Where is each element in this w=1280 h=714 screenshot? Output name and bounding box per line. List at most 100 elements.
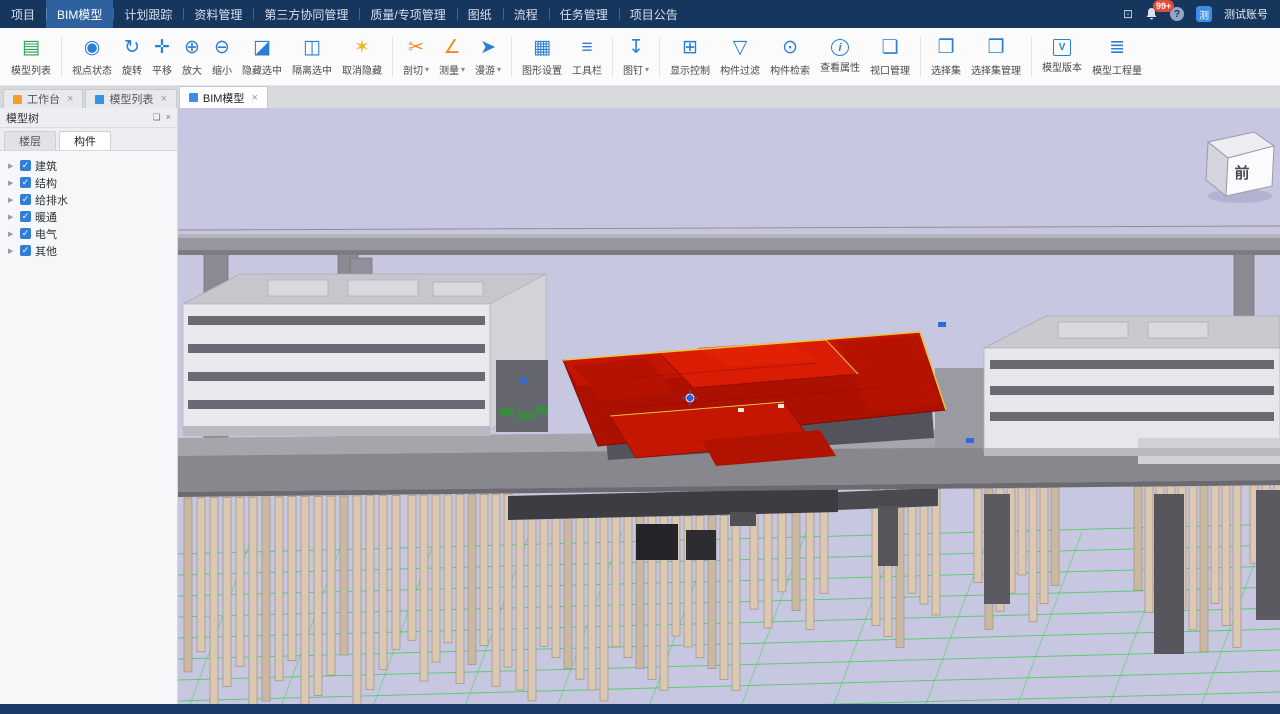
tool-label: 选择集 [931,62,961,77]
tool-pan[interactable]: ✛ 平移 [147,30,177,84]
expand-arrow-icon[interactable]: ▶ [8,213,16,221]
checkbox-checked-icon[interactable]: ✓ [20,245,31,256]
tool-zoom-in[interactable]: ⊕ 放大 [177,30,207,84]
tool-selection-set[interactable]: ❐ 选择集 [926,30,966,84]
tab-label: 模型列表 [109,91,153,107]
tool-component-search[interactable]: ⊙ 构件检索 [765,30,815,84]
tree-item-architecture[interactable]: ▶ ✓ 建筑 [0,157,177,174]
tool-graphics-settings[interactable]: ▦ 图形设置 [517,30,567,84]
tool-label: 取消隐藏 [342,62,382,77]
expand-arrow-icon[interactable]: ▶ [8,196,16,204]
expand-arrow-icon[interactable]: ▶ [8,247,16,255]
tab-floors[interactable]: 楼层 [4,131,56,150]
left-building-cluster[interactable] [183,274,548,436]
tool-label: 显示控制 [670,62,710,77]
menu-item-tasks[interactable]: 任务管理 [549,0,619,28]
tool-hide-selected[interactable]: ◪ 隐藏选中 [237,30,287,84]
tree-item-other[interactable]: ▶ ✓ 其他 [0,242,177,259]
tool-toolbox[interactable]: ≡ 工具栏 [567,30,607,84]
tool-viewport-manage[interactable]: ❏ 视口管理 [865,30,915,84]
measure-icon: ∠ [443,37,461,59]
tab-label: 工作台 [27,91,60,107]
tool-viewpoint-state[interactable]: ◉ 视点状态 [67,30,117,84]
tool-label: 视点状态 [72,62,112,77]
tree-item-structure[interactable]: ▶ ✓ 结构 [0,174,177,191]
model-tree-tabs: 楼层 构件 [0,128,177,151]
tool-zoom-out[interactable]: ⊖ 缩小 [207,30,237,84]
expand-arrow-icon[interactable]: ▶ [8,230,16,238]
tree-item-label: 其他 [35,243,57,259]
tool-section[interactable]: ✂ 剖切▾ [398,30,434,84]
tool-measure[interactable]: ∠ 测量▾ [434,30,470,84]
tool-label: 模型版本 [1042,59,1082,74]
tool-label: 漫游 [475,62,495,77]
nav-cube[interactable]: 前 [1206,132,1274,203]
menu-item-workflow[interactable]: 流程 [503,0,549,28]
tree-item-hvac[interactable]: ▶ ✓ 暖通 [0,208,177,225]
toolbar-divider [61,37,62,77]
expand-arrow-icon[interactable]: ▶ [8,179,16,187]
checkbox-checked-icon[interactable]: ✓ [20,228,31,239]
isolate-selected-icon: ◫ [303,37,321,59]
menu-item-plan-tracking[interactable]: 计划跟踪 [113,0,183,28]
tree-item-plumbing[interactable]: ▶ ✓ 给排水 [0,191,177,208]
tree-item-electrical[interactable]: ▶ ✓ 电气 [0,225,177,242]
menu-item-bim-model[interactable]: BIM模型 [46,0,113,28]
expand-arrow-icon[interactable]: ▶ [8,162,16,170]
tool-display-control[interactable]: ⊞ 显示控制 [665,30,715,84]
3d-scene: 前 [178,108,1280,704]
dropdown-caret-icon: ▾ [497,65,501,74]
menu-item-announcements[interactable]: 项目公告 [619,0,689,28]
menu-item-drawings[interactable]: 图纸 [457,0,503,28]
fullscreen-icon[interactable]: ⊡ [1123,7,1133,21]
close-tab-icon[interactable]: × [160,93,166,105]
tool-isolate-selected[interactable]: ◫ 隔离选中 [287,30,337,84]
document-tabbar: 工作台 × 模型列表 × BIM模型 × [0,86,1280,108]
pin-icon: ↧ [627,37,645,59]
tab-model-list[interactable]: 模型列表 × [85,89,176,108]
notifications-button[interactable]: 99+ [1145,7,1158,21]
close-tab-icon[interactable]: × [67,93,73,105]
toolbar-divider [920,37,921,77]
tool-walkthrough[interactable]: ➤ 漫游▾ [470,30,506,84]
tool-model-list[interactable]: ▤ 模型列表 [6,30,56,84]
tool-unhide[interactable]: ✶ 取消隐藏 [337,30,387,84]
model-list-icon: ▤ [22,37,40,59]
tool-label: 隔离选中 [292,62,332,77]
close-tab-icon[interactable]: × [251,92,257,104]
tool-label: 图形设置 [522,62,562,77]
user-avatar[interactable]: 测 [1196,6,1212,22]
rotate-icon: ↻ [123,37,141,59]
menu-item-documents[interactable]: 资料管理 [183,0,253,28]
checkbox-checked-icon[interactable]: ✓ [20,211,31,222]
checkbox-checked-icon[interactable]: ✓ [20,160,31,171]
menu-item-project[interactable]: 项目 [0,0,46,28]
tab-components[interactable]: 构件 [59,131,111,150]
properties-icon: i [831,39,849,56]
tree-item-label: 结构 [35,175,57,191]
float-panel-icon[interactable]: ❏ [153,112,161,123]
tree-item-label: 给排水 [35,192,68,208]
tool-model-version[interactable]: V 模型版本 [1037,30,1087,84]
unhide-icon: ✶ [353,37,371,59]
menu-item-quality[interactable]: 质量/专项管理 [359,0,456,28]
checkbox-checked-icon[interactable]: ✓ [20,194,31,205]
component-tree: ▶ ✓ 建筑 ▶ ✓ 结构 ▶ ✓ 给排水 ▶ ✓ 暖通 [0,151,177,265]
main-area: 模型树 ❏ × 楼层 构件 ▶ ✓ 建筑 ▶ ✓ 结构 [0,108,1280,704]
tool-model-quantity[interactable]: ≣ 模型工程量 [1087,30,1147,84]
username-label[interactable]: 测试账号 [1224,6,1268,22]
tool-component-filter[interactable]: ▽ 构件过滤 [715,30,765,84]
tab-workbench[interactable]: 工作台 × [3,89,83,108]
3d-viewport[interactable]: 前 [178,108,1280,704]
pan-icon: ✛ [153,37,171,59]
tool-rotate[interactable]: ↻ 旋转 [117,30,147,84]
menu-item-third-party[interactable]: 第三方协同管理 [253,0,359,28]
close-panel-icon[interactable]: × [166,112,171,123]
tab-bim-model[interactable]: BIM模型 × [179,86,268,108]
tool-selection-set-manage[interactable]: ❒ 选择集管理 [966,30,1026,84]
model-tree-panel-header: 模型树 ❏ × [0,108,177,128]
tool-pin[interactable]: ↧ 图钉▾ [618,30,654,84]
tool-view-properties[interactable]: i 查看属性 [815,30,865,84]
tool-label: 剖切 [403,62,423,77]
checkbox-checked-icon[interactable]: ✓ [20,177,31,188]
